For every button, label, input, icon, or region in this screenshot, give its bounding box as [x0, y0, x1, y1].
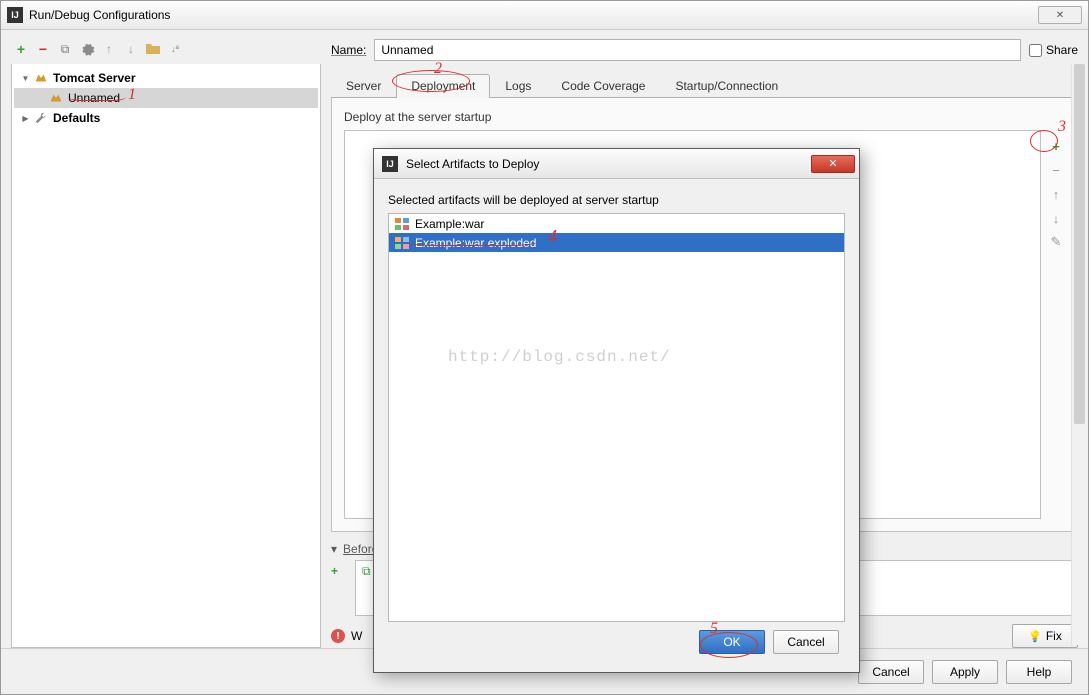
expander-icon[interactable]: ▼	[20, 73, 31, 84]
artifact-label: Example:war exploded	[415, 236, 536, 250]
settings-icon[interactable]	[79, 41, 95, 57]
tree-node-tomcat-server[interactable]: ▼ Tomcat Server	[14, 68, 318, 88]
select-artifacts-dialog: IJ Select Artifacts to Deploy ✕ Selected…	[373, 148, 860, 673]
modal-buttons: OK Cancel	[388, 622, 845, 662]
sort-icon[interactable]: ↓ª	[167, 41, 183, 57]
modal-cancel-button[interactable]: Cancel	[773, 630, 839, 654]
bl-add-icon[interactable]: +	[331, 564, 349, 578]
wrench-icon	[33, 110, 49, 126]
app-icon: IJ	[7, 7, 23, 23]
share-box: Share	[1029, 43, 1078, 57]
tab-logs[interactable]: Logs	[490, 74, 546, 98]
artifact-item-selected[interactable]: Example:war exploded	[389, 233, 844, 252]
collapse-icon: ▾	[331, 542, 337, 556]
modal-title: Select Artifacts to Deploy	[406, 157, 811, 171]
left-toolbar: + − ⧉ ↑ ↓ ↓ª	[11, 38, 321, 60]
tomcat-local-icon	[48, 90, 64, 106]
artifact-item[interactable]: Example:war	[389, 214, 844, 233]
deploy-move-up-icon[interactable]: ↑	[1048, 186, 1064, 202]
tab-deployment[interactable]: Deployment	[396, 74, 490, 98]
move-down-icon[interactable]: ↓	[123, 41, 139, 57]
share-label: Share	[1046, 43, 1078, 57]
tree-label: Defaults	[53, 111, 100, 125]
app-icon: IJ	[382, 156, 398, 172]
tree-node-defaults[interactable]: ▶ Defaults	[14, 108, 318, 128]
move-up-icon[interactable]: ↑	[101, 41, 117, 57]
deploy-move-down-icon[interactable]: ↓	[1048, 210, 1064, 226]
apply-button[interactable]: Apply	[932, 660, 998, 684]
modal-body: Selected artifacts will be deployed at s…	[374, 179, 859, 672]
deploy-section-label: Deploy at the server startup	[344, 110, 1065, 124]
name-input[interactable]	[374, 39, 1021, 61]
right-scrollbar[interactable]	[1071, 64, 1087, 645]
modal-close-button[interactable]: ✕	[811, 155, 855, 173]
deploy-remove-icon[interactable]: −	[1048, 162, 1064, 178]
remove-configuration-icon[interactable]: −	[35, 41, 51, 57]
deploy-edit-icon[interactable]: ✎	[1048, 234, 1064, 250]
cancel-button[interactable]: Cancel	[858, 660, 924, 684]
modal-instruction: Selected artifacts will be deployed at s…	[388, 193, 845, 207]
tomcat-icon	[33, 70, 49, 86]
tab-code-coverage[interactable]: Code Coverage	[546, 74, 660, 98]
titlebar: IJ Run/Debug Configurations ✕	[1, 1, 1088, 30]
warning-text: W	[351, 629, 362, 643]
window-close-button[interactable]: ✕	[1038, 6, 1082, 24]
modal-titlebar: IJ Select Artifacts to Deploy ✕	[374, 149, 859, 179]
warning-icon: !	[331, 629, 345, 643]
name-row: Name: Share	[331, 38, 1078, 62]
modal-ok-button[interactable]: OK	[699, 630, 765, 654]
artifact-label: Example:war	[415, 217, 484, 231]
tab-startup-connection[interactable]: Startup/Connection	[660, 74, 793, 98]
left-panel: + − ⧉ ↑ ↓ ↓ª ▼ Tomcat S	[11, 38, 321, 648]
tabs: Server Deployment Logs Code Coverage Sta…	[331, 74, 1078, 98]
window-title: Run/Debug Configurations	[29, 8, 1038, 22]
configurations-tree[interactable]: ▼ Tomcat Server Unnamed ▶	[11, 64, 321, 648]
artifact-icon	[395, 237, 409, 249]
folder-icon[interactable]	[145, 41, 161, 57]
artifact-list[interactable]: Example:war Example:war exploded	[388, 213, 845, 622]
bulb-icon: 💡	[1028, 630, 1042, 643]
share-checkbox[interactable]	[1029, 44, 1042, 57]
make-icon: ⧉	[362, 564, 371, 579]
scrollbar-thumb[interactable]	[1074, 64, 1085, 424]
tree-node-unnamed[interactable]: Unnamed	[14, 88, 318, 108]
deploy-side-toolbar: + − ↑ ↓ ✎	[1047, 130, 1065, 519]
copy-configuration-icon[interactable]: ⧉	[57, 41, 73, 57]
expander-icon[interactable]: ▶	[20, 113, 31, 124]
fix-label: Fix	[1046, 629, 1062, 643]
fix-button[interactable]: 💡 Fix	[1012, 624, 1078, 648]
name-label: Name:	[331, 43, 366, 57]
add-configuration-icon[interactable]: +	[13, 41, 29, 57]
tree-label: Unnamed	[68, 91, 120, 105]
help-button[interactable]: Help	[1006, 660, 1072, 684]
artifact-icon	[395, 218, 409, 230]
deploy-add-icon[interactable]: +	[1048, 138, 1064, 154]
tree-label: Tomcat Server	[53, 71, 135, 85]
tab-server[interactable]: Server	[331, 74, 396, 98]
